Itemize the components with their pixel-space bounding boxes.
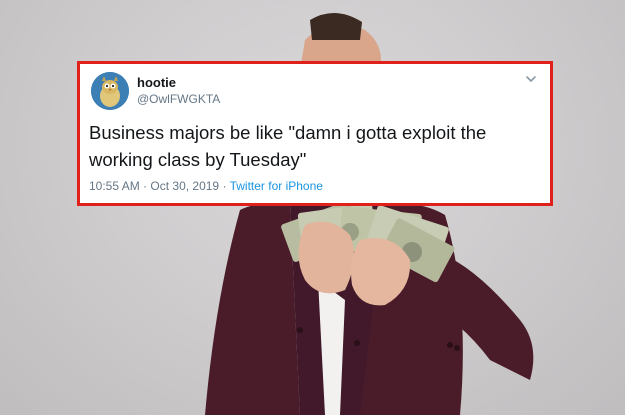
tweet-date[interactable]: Oct 30, 2019 (150, 179, 219, 193)
tweet-text: Business majors be like "damn i gotta ex… (89, 122, 487, 170)
chevron-down-icon[interactable] (524, 72, 538, 86)
meta-separator: · (222, 179, 227, 193)
meta-separator: · (143, 179, 148, 193)
owl-avatar-icon[interactable] (91, 72, 129, 110)
tweet-metadata: 10:55 AM · Oct 30, 2019 · Twitter for iP… (89, 179, 323, 193)
user-handle[interactable]: @OwlFWGKTA (137, 92, 220, 106)
display-name[interactable]: hootie (137, 75, 176, 90)
tweet-card[interactable]: hootie @OwlFWGKTA Business majors be lik… (77, 61, 553, 206)
tweet-source-link[interactable]: Twitter for iPhone (230, 179, 323, 193)
hair-shape (310, 12, 362, 40)
owl-avatar-graphic (91, 72, 129, 110)
tweet-time[interactable]: 10:55 AM (89, 179, 140, 193)
